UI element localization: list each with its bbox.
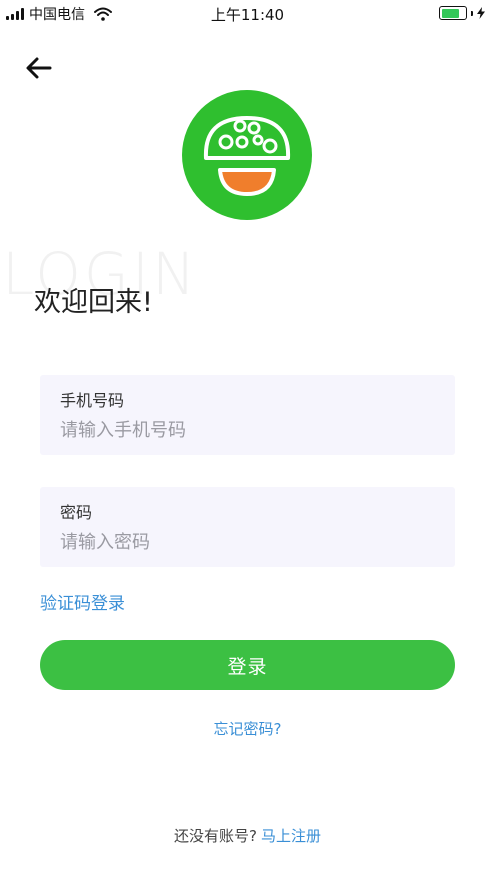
status-time: 上午11:40: [210, 6, 285, 24]
app-logo: [182, 90, 312, 220]
login-button[interactable]: 登录: [40, 640, 455, 690]
phone-field-label: 手机号码: [60, 391, 125, 410]
battery-icon: [439, 6, 467, 20]
forgot-password-link[interactable]: 忘记密码?: [0, 718, 495, 739]
mushroom-logo-icon: [203, 116, 291, 196]
battery-cap: [471, 10, 473, 16]
code-login-link[interactable]: 验证码登录: [40, 589, 125, 614]
status-bar: 中国电信 上午11:40: [0, 0, 495, 30]
battery-level: [441, 8, 459, 18]
password-field[interactable]: 密码: [40, 487, 455, 567]
status-right: [439, 6, 485, 20]
register-row: 还没有账号? 马上注册: [0, 825, 495, 846]
password-input[interactable]: [60, 529, 430, 555]
register-link[interactable]: 马上注册: [261, 827, 321, 845]
back-arrow-icon[interactable]: [24, 54, 56, 82]
phone-field[interactable]: 手机号码: [40, 375, 455, 455]
password-field-label: 密码: [60, 503, 93, 522]
welcome-title: 欢迎回来!: [34, 287, 153, 318]
phone-input[interactable]: [60, 417, 430, 443]
no-account-text: 还没有账号?: [174, 827, 257, 845]
charging-icon: [477, 7, 485, 19]
